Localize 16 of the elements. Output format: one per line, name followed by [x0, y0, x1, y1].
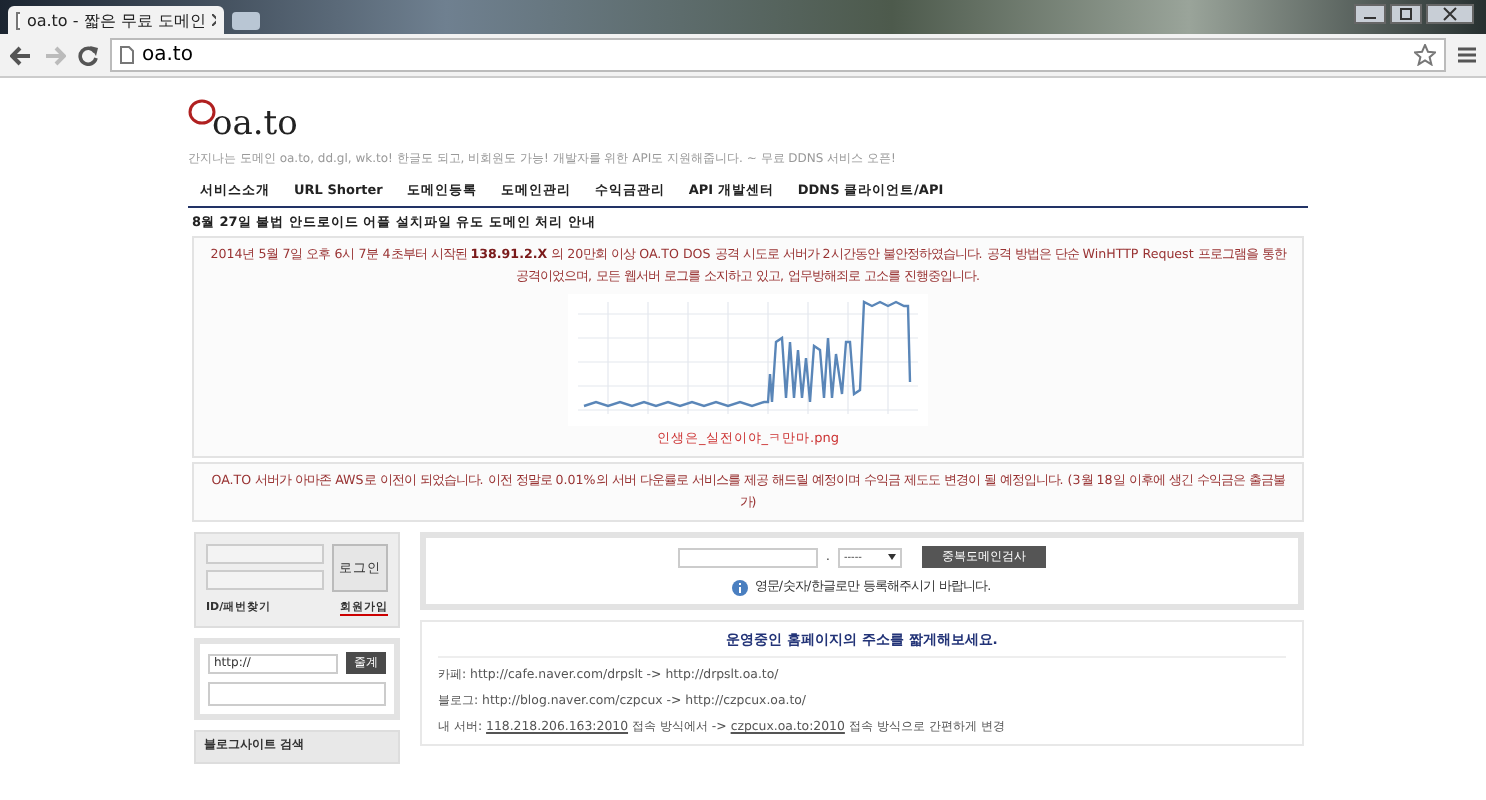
minimize-icon[interactable] [1354, 4, 1386, 24]
info-icon [732, 579, 749, 595]
address-bar[interactable]: oa.to [110, 38, 1446, 72]
dropdown-caret-icon [887, 554, 896, 560]
id-input[interactable] [206, 544, 324, 564]
domain-input[interactable] [678, 547, 819, 567]
password-input[interactable] [206, 570, 324, 590]
menu-icon[interactable] [1458, 46, 1476, 64]
star-icon[interactable] [1414, 44, 1436, 66]
logo-ring-icon [188, 98, 216, 126]
reload-icon[interactable] [78, 45, 98, 65]
back-arrow-icon[interactable] [10, 45, 32, 65]
result-field[interactable] [208, 682, 386, 706]
maximize-icon[interactable] [1390, 4, 1422, 24]
browser-tab[interactable]: oa.to - 짧은 무료 도메인 [8, 6, 224, 34]
site-logo[interactable]: oa.to [212, 108, 298, 142]
